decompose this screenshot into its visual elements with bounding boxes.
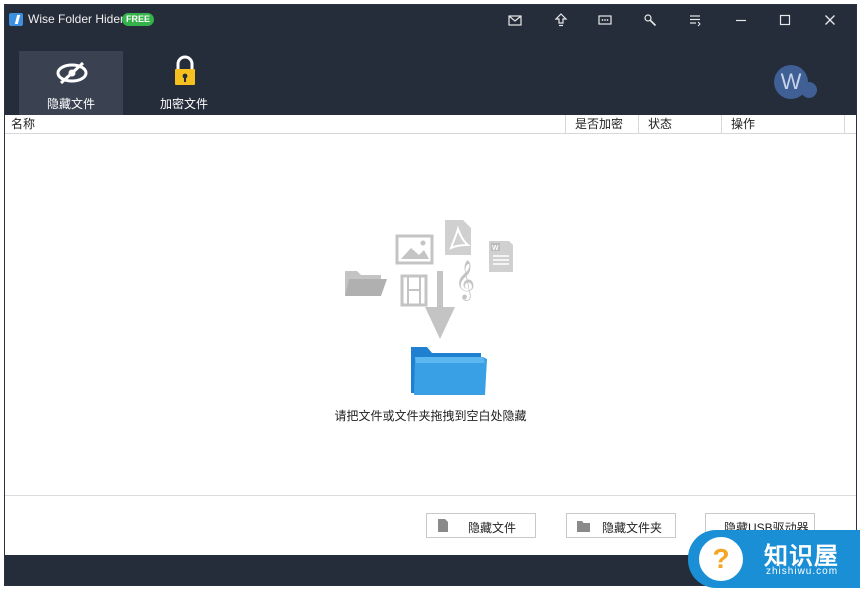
mail-button[interactable] [502,9,528,31]
tab-hide-file[interactable]: 隐藏文件 [19,51,123,115]
file-icon [438,519,448,532]
minimize-icon [736,19,746,22]
svg-text:W: W [492,245,499,252]
image-icon [395,234,434,265]
drop-zone[interactable]: W 𝄞 请把文件或文件夹拖拽到空白处隐藏 [5,135,856,495]
minimize-button[interactable] [728,9,754,31]
feedback-button[interactable] [592,9,618,31]
eye-slash-icon [56,61,88,85]
title-bar[interactable]: Wise Folder Hider FREE [5,5,856,35]
blue-folder-icon [411,347,487,395]
column-header-action[interactable]: 操作 [725,115,845,134]
app-title: Wise Folder Hider [28,12,125,26]
film-icon [400,274,428,307]
settings-icon [644,14,657,27]
close-icon [825,15,835,25]
svg-text:𝄞: 𝄞 [455,260,475,301]
app-header: Wise Folder Hider FREE 隐藏文件 加密文件 W [5,5,856,115]
tab-label: 隐藏文件 [46,97,95,111]
music-note-icon: 𝄞 [455,260,475,301]
lock-icon [175,55,195,85]
drag-drop-illustration: W 𝄞 [345,220,513,395]
arrow-down-icon [425,271,455,339]
settings-button[interactable] [637,9,663,31]
avatar[interactable]: W [774,65,808,99]
column-header-name[interactable]: 名称 [5,115,566,134]
tab-label: 加密文件 [159,97,208,111]
mail-icon [508,15,522,26]
menu-icon [690,15,701,27]
hide-file-label: 隐藏文件 [468,521,517,535]
hide-file-button[interactable]: 隐藏文件 [426,513,536,538]
maximize-icon [779,14,791,26]
hide-folder-button[interactable]: 隐藏文件夹 [566,513,676,538]
pdf-icon [445,220,471,255]
close-button[interactable] [817,9,843,31]
free-badge: FREE [122,13,155,26]
feedback-icon [598,15,612,25]
question-bulb-icon [696,534,746,584]
app-logo-icon [9,13,23,26]
tab-encrypt-file[interactable]: 加密文件 [132,51,236,115]
watermark-url: zhishiwu.com [766,566,839,577]
maximize-button[interactable] [772,9,798,31]
file-table-header: 名称 是否加密 状态 操作 [5,115,856,134]
column-header-encrypted[interactable]: 是否加密 [569,115,639,134]
folder-icon [577,521,590,532]
folder-icon [345,271,387,296]
menu-button[interactable] [682,9,708,31]
column-header-status[interactable]: 状态 [642,115,722,134]
document-icon: W [489,241,513,272]
upgrade-button[interactable] [548,9,574,31]
hide-folder-label: 隐藏文件夹 [602,521,663,535]
app-window: Wise Folder Hider FREE 隐藏文件 加密文件 W 名称 是否… [4,4,857,586]
drop-hint-text: 请把文件或文件夹拖拽到空白处隐藏 [334,409,527,423]
watermark-badge: 知识屋 zhishiwu.com [688,530,860,588]
upgrade-icon [554,13,568,27]
